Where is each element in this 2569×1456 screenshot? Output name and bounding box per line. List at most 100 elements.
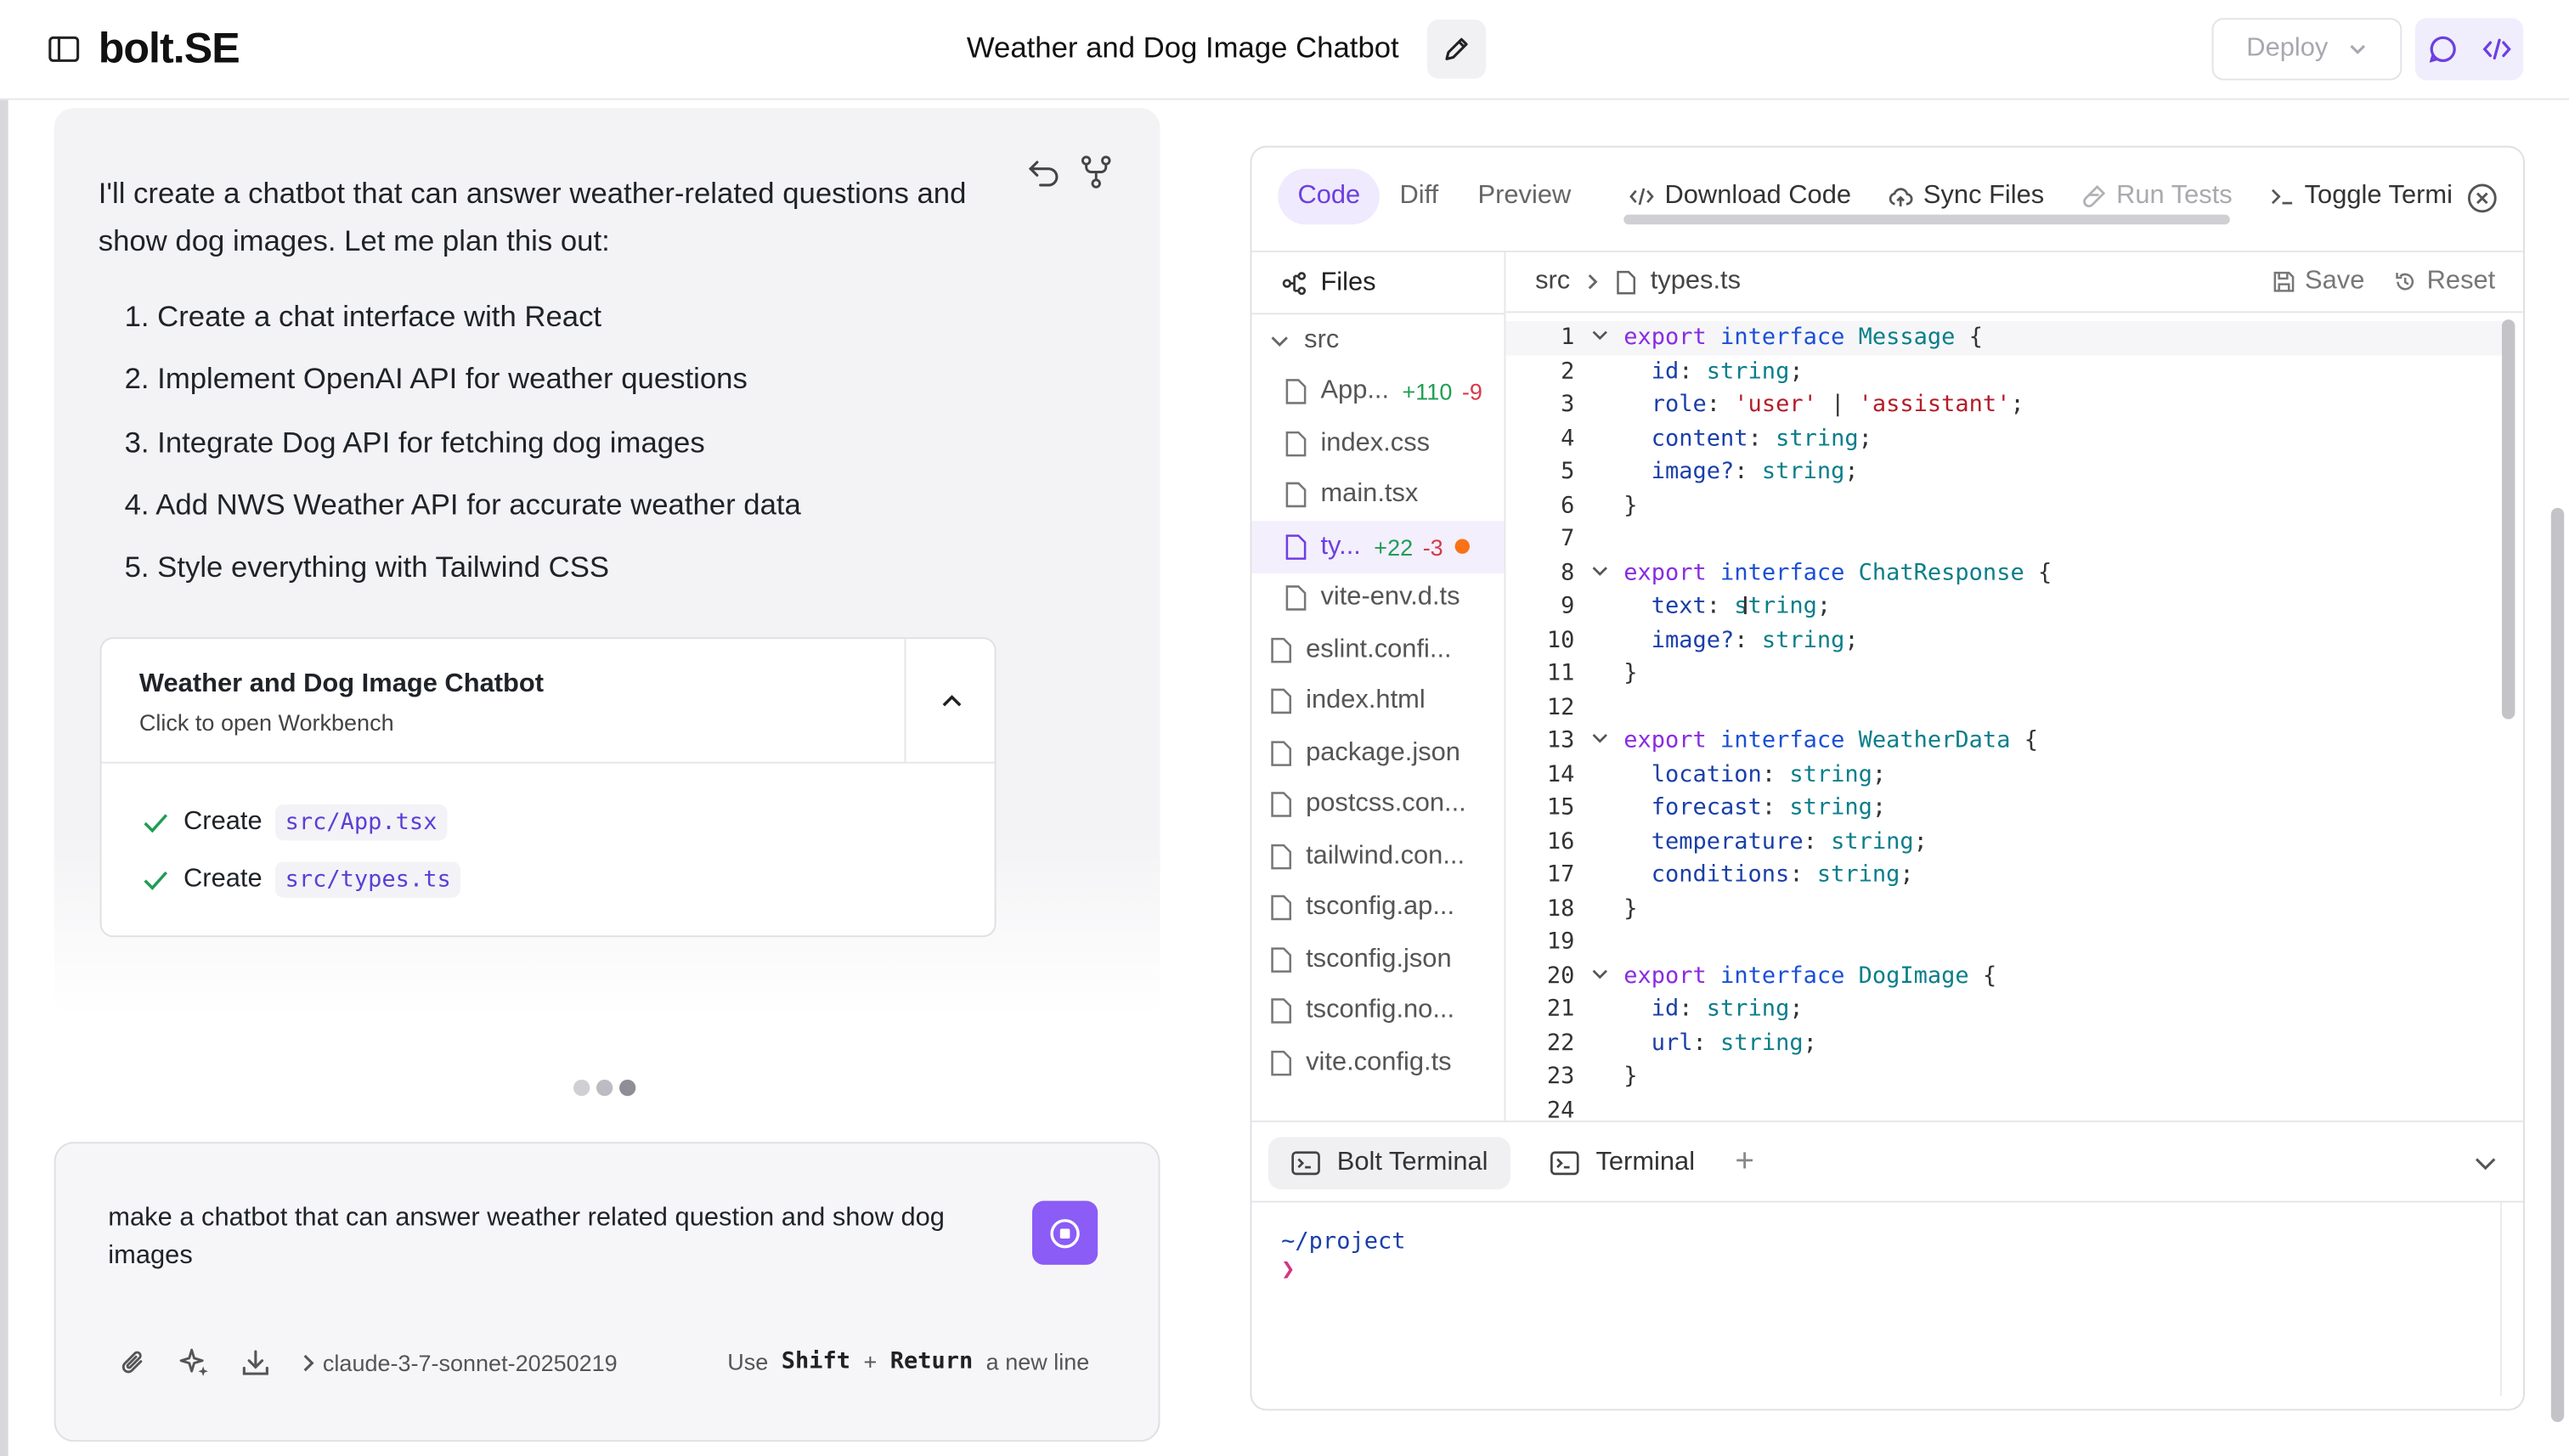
chevron-right-icon[interactable] bbox=[296, 1352, 319, 1374]
collapse-terminal-icon[interactable] bbox=[2470, 1148, 2500, 1178]
prompt-input[interactable]: make a chatbot that can answer weather r… bbox=[108, 1199, 1025, 1275]
chevron-down-icon bbox=[2350, 44, 2365, 54]
tree-file[interactable]: ty... +22 -3 bbox=[1251, 521, 1505, 573]
undo-icon[interactable] bbox=[1025, 154, 1061, 189]
tab-code[interactable]: Code bbox=[1278, 168, 1380, 225]
tree-folder[interactable]: src bbox=[1251, 314, 1504, 366]
deploy-button[interactable]: Deploy bbox=[2211, 18, 2402, 81]
tree-file[interactable]: vite.config.ts bbox=[1251, 1037, 1504, 1089]
code-view-button[interactable] bbox=[2469, 18, 2523, 80]
artifact-collapse-button[interactable] bbox=[904, 639, 995, 764]
plan-list: 1. Create a chat interface with React 2.… bbox=[125, 293, 801, 607]
code-scrollbar[interactable] bbox=[2501, 319, 2515, 720]
tab-diff[interactable]: Diff bbox=[1380, 169, 1458, 225]
chat-view-button[interactable] bbox=[2415, 18, 2470, 80]
file-icon bbox=[1271, 637, 1292, 663]
typing-dot bbox=[619, 1079, 636, 1097]
action-verb: Create bbox=[184, 807, 263, 836]
file-icon bbox=[1271, 740, 1292, 766]
code-line: 22 url: string; bbox=[1505, 1026, 2504, 1060]
tree-file[interactable]: tsconfig.json bbox=[1251, 934, 1504, 985]
check-icon bbox=[144, 871, 168, 890]
line-number: 20 bbox=[1546, 962, 1575, 990]
line-number: 4 bbox=[1561, 425, 1575, 452]
action-path[interactable]: src/App.tsx bbox=[275, 804, 448, 841]
artifact-title: Weather and Dog Image Chatbot bbox=[138, 669, 544, 698]
model-selector[interactable]: claude-3-7-sonnet-20250219 bbox=[323, 1350, 618, 1376]
tree-file[interactable]: index.html bbox=[1251, 676, 1504, 728]
code-line: 5 image?: string; bbox=[1505, 455, 2504, 489]
artifact-header[interactable]: Weather and Dog Image Chatbot Click to o… bbox=[101, 639, 995, 764]
tab-terminal[interactable]: Terminal bbox=[1527, 1137, 1718, 1189]
tree-item-name: index.css bbox=[1320, 428, 1431, 457]
code-text: conditions: string; bbox=[1651, 861, 1914, 889]
code-text: location: string; bbox=[1651, 761, 1887, 788]
download-icon[interactable] bbox=[236, 1343, 275, 1382]
diff-added-count: +22 bbox=[1374, 533, 1414, 561]
code-icon bbox=[2481, 38, 2510, 60]
page-scrollbar[interactable] bbox=[2550, 507, 2565, 1423]
tree-file[interactable]: tailwind.con... bbox=[1251, 831, 1504, 883]
file-icon bbox=[1271, 895, 1292, 921]
tree-item-name: vite.config.ts bbox=[1306, 1047, 1452, 1076]
run-tests-button[interactable]: Run Tests bbox=[2081, 182, 2233, 212]
typing-dot bbox=[573, 1079, 590, 1097]
fold-chevron-icon[interactable] bbox=[1574, 326, 1623, 349]
tree-file[interactable]: tsconfig.no... bbox=[1251, 985, 1504, 1037]
code-line: 15 forecast: string; bbox=[1505, 792, 2504, 826]
tree-file[interactable]: vite-env.d.ts bbox=[1251, 573, 1504, 624]
code-text: id: string; bbox=[1651, 358, 1804, 385]
code-editor[interactable]: 1 export interface Message {2 id: string;… bbox=[1505, 314, 2523, 1120]
reset-button[interactable]: Reset bbox=[2394, 267, 2495, 296]
artifact-card: Weather and Dog Image Chatbot Click to o… bbox=[99, 637, 997, 938]
editor-header: src types.ts Save Reset bbox=[1505, 251, 2524, 313]
diff-removed-count: -9 bbox=[1461, 378, 1482, 405]
tree-file[interactable]: eslint.confi... bbox=[1251, 624, 1504, 676]
tree-item-name: main.tsx bbox=[1320, 480, 1419, 509]
line-number: 2 bbox=[1561, 358, 1575, 385]
terminal-output[interactable]: ~/project ❯ bbox=[1281, 1228, 1405, 1284]
code-text: export interface DogImage { bbox=[1623, 962, 1997, 990]
line-number: 8 bbox=[1561, 560, 1575, 586]
sync-files-button[interactable]: Sync Files bbox=[1887, 182, 2044, 212]
toggle-terminal-button[interactable]: Toggle Termi bbox=[2268, 182, 2453, 212]
line-number: 12 bbox=[1546, 694, 1575, 721]
fold-chevron-icon[interactable] bbox=[1574, 730, 1623, 753]
actions-scrollbar[interactable] bbox=[1623, 214, 2230, 225]
sidebar-toggle-icon[interactable] bbox=[48, 33, 81, 66]
download-code-button[interactable]: Download Code bbox=[1629, 182, 1851, 212]
close-workbench-icon[interactable] bbox=[2466, 182, 2499, 215]
tree-file[interactable]: main.tsx bbox=[1251, 470, 1504, 522]
line-number: 6 bbox=[1561, 493, 1575, 519]
workbench-panel: Code Diff Preview Download Code Sync Fil… bbox=[1250, 145, 2525, 1411]
breadcrumb-folder[interactable]: src bbox=[1535, 267, 1570, 296]
tab-bolt-terminal[interactable]: Bolt Terminal bbox=[1268, 1137, 1511, 1190]
file-icon bbox=[1285, 379, 1307, 405]
add-terminal-button[interactable]: + bbox=[1735, 1143, 1754, 1181]
stop-button[interactable] bbox=[1032, 1200, 1098, 1265]
tree-item-name: tsconfig.no... bbox=[1306, 996, 1455, 1024]
tab-preview[interactable]: Preview bbox=[1458, 169, 1590, 225]
action-path[interactable]: src/types.ts bbox=[275, 861, 461, 898]
terminal-label: Terminal bbox=[1595, 1148, 1696, 1177]
tree-file[interactable]: index.css bbox=[1251, 418, 1504, 470]
paperclip-icon[interactable] bbox=[115, 1343, 154, 1382]
edit-title-button[interactable] bbox=[1426, 20, 1487, 79]
tree-file[interactable]: postcss.con... bbox=[1251, 779, 1504, 831]
fold-chevron-icon[interactable] bbox=[1574, 964, 1623, 987]
terminal-scrollbar[interactable] bbox=[2500, 1202, 2523, 1397]
tree-file[interactable]: tsconfig.ap... bbox=[1251, 883, 1504, 934]
breadcrumb-file[interactable]: types.ts bbox=[1651, 267, 1741, 296]
artifact-action: Create src/App.tsx bbox=[141, 799, 448, 845]
bolt-terminal-label: Bolt Terminal bbox=[1336, 1148, 1488, 1177]
tree-file[interactable]: App... +110 -9 bbox=[1251, 366, 1504, 418]
logo[interactable]: bolt.SE bbox=[99, 23, 240, 74]
line-number: 3 bbox=[1561, 392, 1575, 419]
fork-icon[interactable] bbox=[1078, 154, 1114, 189]
tree-file[interactable]: package.json bbox=[1251, 727, 1504, 779]
sparkles-icon[interactable] bbox=[175, 1343, 214, 1382]
save-button[interactable]: Save bbox=[2272, 267, 2364, 296]
chevron-down-icon bbox=[1271, 336, 1288, 347]
file-icon bbox=[1271, 689, 1292, 714]
fold-chevron-icon[interactable] bbox=[1574, 562, 1623, 584]
